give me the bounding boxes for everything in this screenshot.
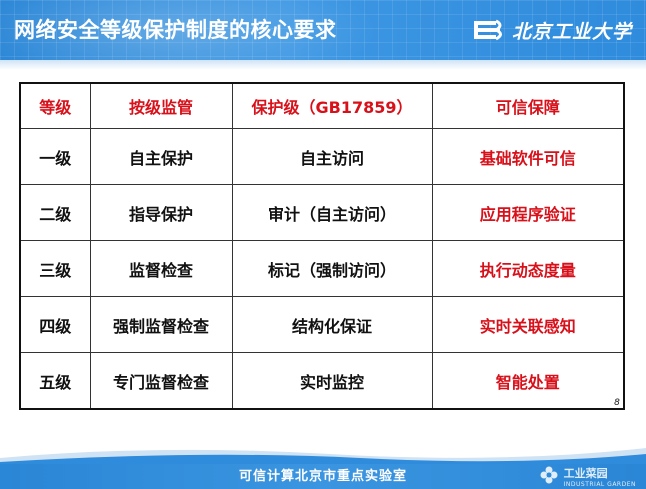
cell-level: 五级 bbox=[19, 352, 91, 410]
cell-supervision: 自主保护 bbox=[89, 128, 233, 185]
cell-protection: 自主访问 bbox=[231, 128, 433, 185]
page-number: 8 bbox=[614, 398, 620, 408]
watermark: 工业菜园 INDUSTRIAL GARDEN bbox=[538, 462, 636, 488]
header-cell-trust: 可信保障 bbox=[431, 82, 625, 129]
cell-protection: 标记（强制访问） bbox=[231, 240, 433, 297]
header-divider bbox=[0, 60, 646, 70]
header-cell-protection: 保护级（GB17859） bbox=[231, 82, 433, 129]
table-header-row: 等级 按级监管 保护级（GB17859） 可信保障 bbox=[19, 82, 625, 129]
cell-supervision: 监督检查 bbox=[89, 240, 233, 297]
page-title: 网络安全等级保护制度的核心要求 bbox=[14, 18, 337, 42]
table-row: 四级 强制监督检查 结构化保证 实时关联感知 bbox=[19, 296, 625, 353]
watermark-subtext: INDUSTRIAL GARDEN bbox=[563, 481, 636, 488]
cell-supervision: 专门监督检查 bbox=[89, 352, 233, 410]
university-logo: 北京工业大学 bbox=[472, 14, 632, 46]
header-cell-supervision: 按级监管 bbox=[89, 82, 233, 129]
cell-protection: 结构化保证 bbox=[231, 296, 433, 353]
header-bar: 网络安全等级保护制度的核心要求 北京工业大学 bbox=[0, 0, 646, 60]
cell-trust: 智能处置 bbox=[431, 352, 625, 410]
table-row: 二级 指导保护 审计（自主访问） 应用程序验证 bbox=[19, 184, 625, 241]
cell-trust: 应用程序验证 bbox=[431, 184, 625, 241]
bjut-logo-icon bbox=[473, 19, 502, 41]
cell-protection: 审计（自主访问） bbox=[231, 184, 433, 241]
watermark-text: 工业菜园 bbox=[563, 467, 608, 480]
cell-level: 一级 bbox=[19, 128, 91, 185]
cell-protection: 实时监控 bbox=[231, 352, 433, 410]
table-row: 五级 专门监督检查 实时监控 智能处置 bbox=[19, 352, 625, 410]
cell-supervision: 强制监督检查 bbox=[89, 296, 233, 353]
cell-level: 三级 bbox=[19, 240, 91, 297]
cell-supervision: 指导保护 bbox=[89, 184, 233, 241]
header-cell-level: 等级 bbox=[19, 82, 91, 129]
cell-trust: 实时关联感知 bbox=[431, 296, 625, 353]
cell-level: 四级 bbox=[19, 296, 91, 353]
footer-bar: 可信计算北京市重点实验室 工业菜园 INDUSTRIAL GARDEN bbox=[0, 448, 646, 489]
cell-trust: 执行动态度量 bbox=[431, 240, 625, 297]
cell-level: 二级 bbox=[19, 184, 91, 241]
university-name: 北京工业大学 bbox=[511, 20, 632, 43]
table-row: 一级 自主保护 自主访问 基础软件可信 bbox=[19, 128, 625, 185]
footer-wave bbox=[0, 448, 646, 464]
requirements-table: 等级 按级监管 保护级（GB17859） 可信保障 一级 自主保护 自主访问 基… bbox=[19, 82, 625, 410]
cell-trust: 基础软件可信 bbox=[431, 128, 625, 185]
flower-icon bbox=[540, 466, 558, 484]
table-row: 三级 监督检查 标记（强制访问） 执行动态度量 bbox=[19, 240, 625, 297]
